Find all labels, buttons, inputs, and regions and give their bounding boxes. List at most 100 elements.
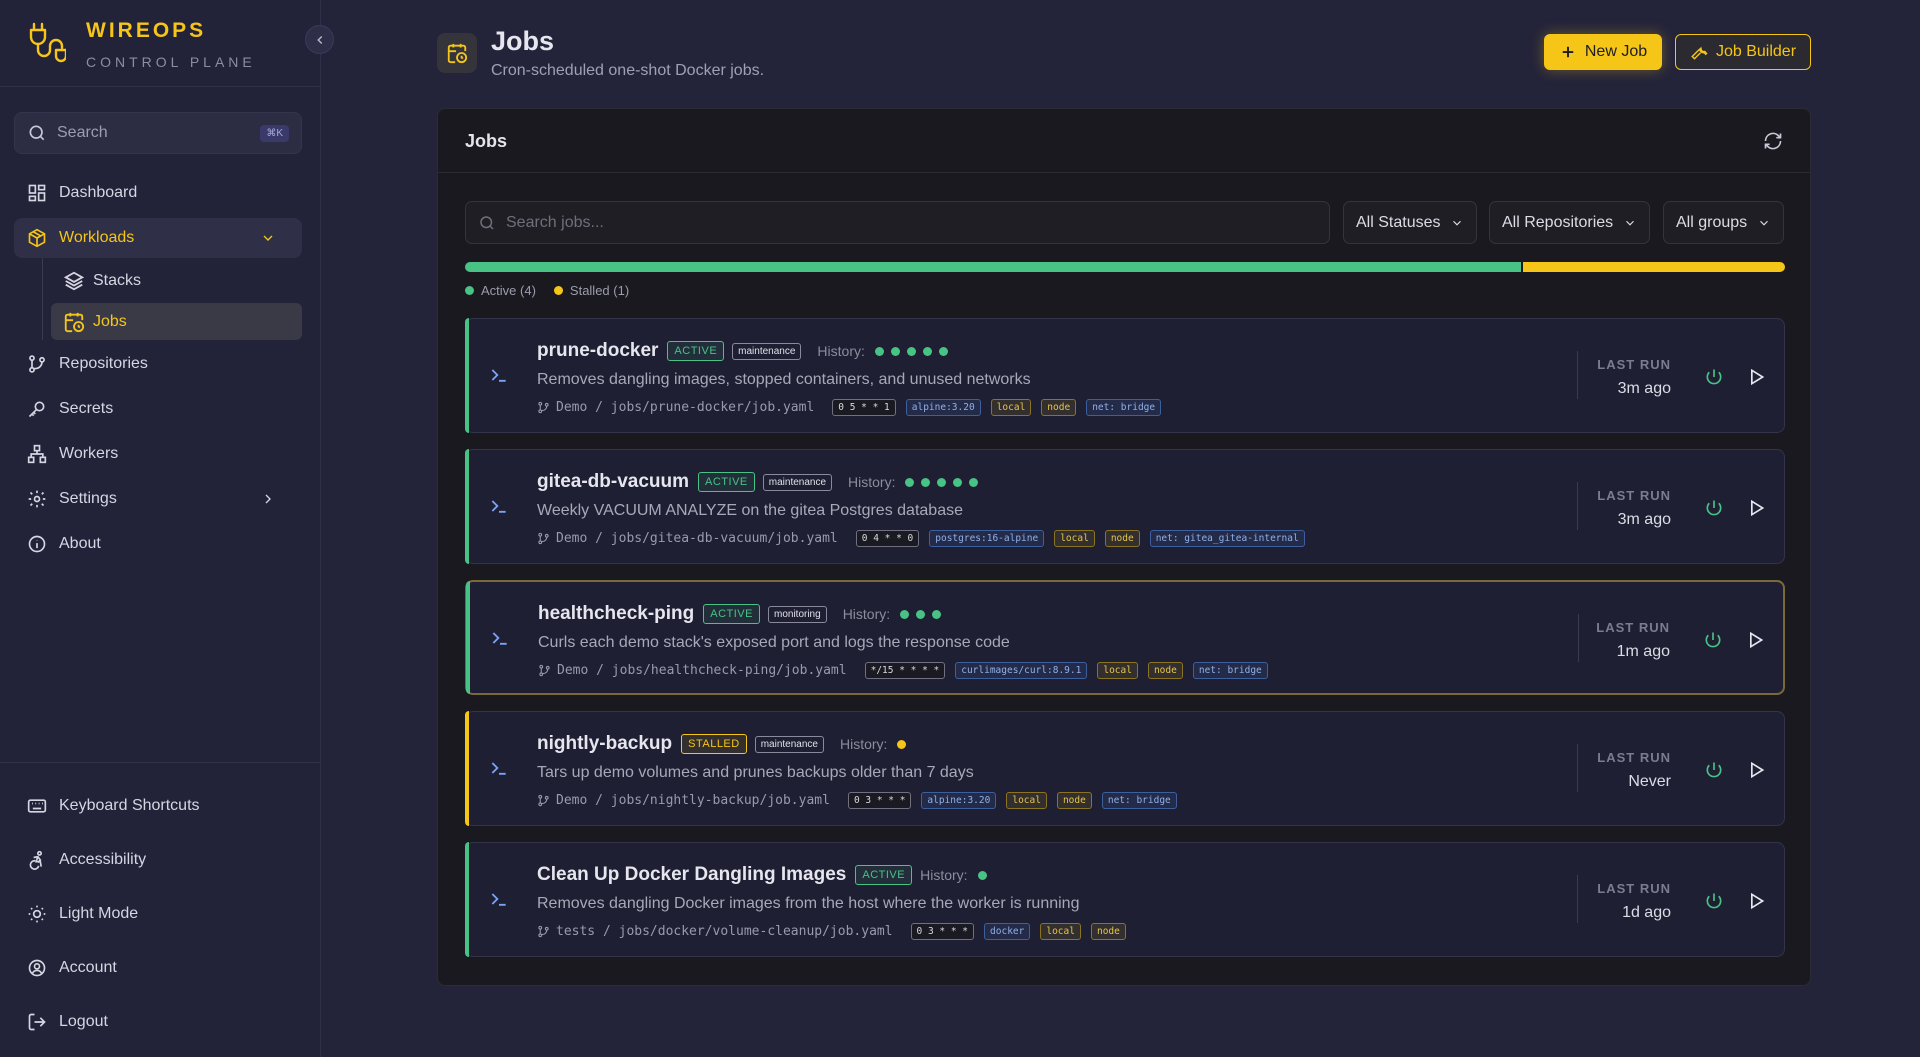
group-badge: maintenance bbox=[754, 735, 824, 753]
terminal-icon bbox=[492, 632, 507, 645]
run-now-icon[interactable] bbox=[1746, 498, 1766, 518]
nav-jobs[interactable]: Jobs bbox=[51, 303, 302, 340]
terminal-icon bbox=[491, 893, 506, 906]
accessibility-icon bbox=[29, 850, 42, 870]
job-row[interactable]: prune-docker ACTIVE maintenance History:… bbox=[465, 318, 1785, 433]
run-now-icon[interactable] bbox=[1746, 760, 1766, 780]
divider bbox=[0, 86, 320, 87]
divider bbox=[0, 762, 320, 763]
run-now-icon[interactable] bbox=[1745, 630, 1765, 650]
nav-accessibility[interactable]: Accessibility bbox=[14, 840, 302, 880]
job-name[interactable]: prune-docker bbox=[537, 340, 658, 362]
repo-filter-value: All Repositories bbox=[1502, 213, 1614, 231]
nav-workers-label: Workers bbox=[59, 445, 119, 462]
search-shortcut-badge: ⌘K bbox=[260, 124, 289, 142]
nav-workers[interactable]: Workers bbox=[14, 434, 302, 474]
jobs-search-placeholder: Search jobs... bbox=[506, 213, 604, 231]
last-run-value: 1d ago bbox=[1622, 904, 1671, 921]
cron-tag: 0 4 * * 0 bbox=[855, 530, 920, 547]
nav-keyboard-shortcuts-label: Keyboard Shortcuts bbox=[59, 797, 200, 814]
group-badge: monitoring bbox=[767, 605, 827, 623]
nav-about[interactable]: About bbox=[14, 524, 302, 564]
divider bbox=[1577, 875, 1578, 923]
job-builder-button[interactable]: Job Builder bbox=[1675, 34, 1811, 70]
power-toggle-icon[interactable] bbox=[1704, 891, 1724, 911]
nav-account[interactable]: Account bbox=[14, 948, 302, 988]
legend-active-label: Active (4) bbox=[481, 283, 536, 298]
logout-icon bbox=[28, 1013, 46, 1031]
active-dot bbox=[465, 286, 474, 295]
repo-filter-select[interactable]: All Repositories bbox=[1489, 201, 1651, 244]
nav-secrets[interactable]: Secrets bbox=[14, 389, 302, 429]
status-legend: Active (4) Stalled (1) bbox=[465, 283, 647, 298]
last-run: LAST RUN 1d ago bbox=[1597, 881, 1671, 922]
nav-dashboard-label: Dashboard bbox=[59, 184, 138, 201]
job-row[interactable]: gitea-db-vacuum ACTIVE maintenance Histo… bbox=[465, 449, 1785, 564]
sidebar-collapse-button[interactable] bbox=[305, 25, 334, 54]
divider bbox=[1577, 744, 1578, 792]
new-job-button[interactable]: New Job bbox=[1544, 34, 1662, 70]
nav-repositories[interactable]: Repositories bbox=[14, 344, 302, 384]
network-tag: net: bridge bbox=[1192, 662, 1268, 679]
history-dot bbox=[906, 346, 916, 356]
nav-logout[interactable]: Logout bbox=[14, 1002, 302, 1042]
legend-stalled: Stalled (1) bbox=[553, 283, 629, 298]
env-tag: node bbox=[1147, 662, 1183, 679]
nav-logout-label: Logout bbox=[59, 1013, 108, 1030]
last-run-value: 3m ago bbox=[1617, 380, 1671, 397]
env-tag: node bbox=[1090, 923, 1126, 940]
history-dot bbox=[897, 739, 907, 749]
status-filter-value: All Statuses bbox=[1356, 213, 1441, 231]
job-row[interactable]: Clean Up Docker Dangling Images ACTIVE H… bbox=[465, 842, 1785, 957]
history-dot bbox=[900, 609, 910, 619]
divider bbox=[1578, 614, 1579, 662]
power-toggle-icon[interactable] bbox=[1704, 760, 1724, 780]
job-row[interactable]: healthcheck-ping ACTIVE monitoring Histo… bbox=[465, 580, 1785, 695]
cron-tag: 0 5 * * 1 bbox=[832, 399, 896, 416]
job-name[interactable]: Clean Up Docker Dangling Images bbox=[537, 864, 846, 886]
env-tag: local bbox=[1006, 792, 1047, 809]
card-title: Jobs bbox=[465, 131, 508, 151]
chevron-down-icon bbox=[1453, 220, 1462, 226]
nav-settings[interactable]: Settings bbox=[14, 479, 302, 519]
history-dot bbox=[953, 477, 963, 487]
terminal-icon bbox=[491, 369, 506, 382]
nav-keyboard-shortcuts[interactable]: Keyboard Shortcuts bbox=[14, 786, 302, 826]
env-tag: local bbox=[1040, 923, 1081, 940]
search-input[interactable]: Search ⌘K bbox=[14, 112, 302, 154]
plug-logo-icon bbox=[29, 22, 66, 63]
history-dot bbox=[890, 346, 900, 356]
job-row[interactable]: nightly-backup STALLED maintenance Histo… bbox=[465, 711, 1785, 826]
status-badge: ACTIVE bbox=[667, 341, 725, 361]
power-toggle-icon[interactable] bbox=[1704, 367, 1724, 387]
sun-icon bbox=[28, 905, 46, 923]
run-now-icon[interactable] bbox=[1746, 367, 1766, 387]
status-filter-select[interactable]: All Statuses bbox=[1343, 201, 1478, 244]
env-tag: node bbox=[1056, 792, 1092, 809]
last-run: LAST RUN 3m ago bbox=[1597, 488, 1671, 529]
jobs-search-input[interactable]: Search jobs... bbox=[465, 201, 1330, 244]
nav-stacks[interactable]: Stacks bbox=[51, 262, 302, 299]
status-badge: ACTIVE bbox=[855, 865, 913, 885]
job-description: Curls each demo stack's exposed port and… bbox=[538, 634, 1010, 651]
power-toggle-icon[interactable] bbox=[1704, 498, 1724, 518]
job-name[interactable]: nightly-backup bbox=[537, 733, 672, 755]
brand[interactable]: WIREOPS CONTROL PLANE bbox=[26, 18, 256, 70]
nav-workloads[interactable]: Workloads bbox=[14, 218, 302, 258]
nav-workloads-label: Workloads bbox=[59, 229, 135, 246]
power-toggle-icon[interactable] bbox=[1703, 630, 1723, 650]
nav-light-mode[interactable]: Light Mode bbox=[14, 894, 302, 934]
run-now-icon[interactable] bbox=[1746, 891, 1766, 911]
job-name[interactable]: healthcheck-ping bbox=[538, 603, 694, 625]
page-title: Jobs bbox=[491, 26, 555, 56]
env-tag: local bbox=[1054, 530, 1095, 547]
group-filter-select[interactable]: All groups bbox=[1663, 201, 1785, 244]
divider bbox=[1577, 351, 1578, 399]
job-name[interactable]: gitea-db-vacuum bbox=[537, 471, 689, 493]
nav-dashboard[interactable]: Dashboard bbox=[14, 173, 302, 213]
calendar-clock-icon bbox=[447, 43, 468, 64]
refresh-icon[interactable] bbox=[1763, 131, 1783, 151]
job-description: Weekly VACUUM ANALYZE on the gitea Postg… bbox=[537, 502, 963, 519]
job-title-row: gitea-db-vacuum ACTIVE maintenance Histo… bbox=[537, 471, 985, 493]
image-tag: alpine:3.20 bbox=[921, 792, 997, 809]
